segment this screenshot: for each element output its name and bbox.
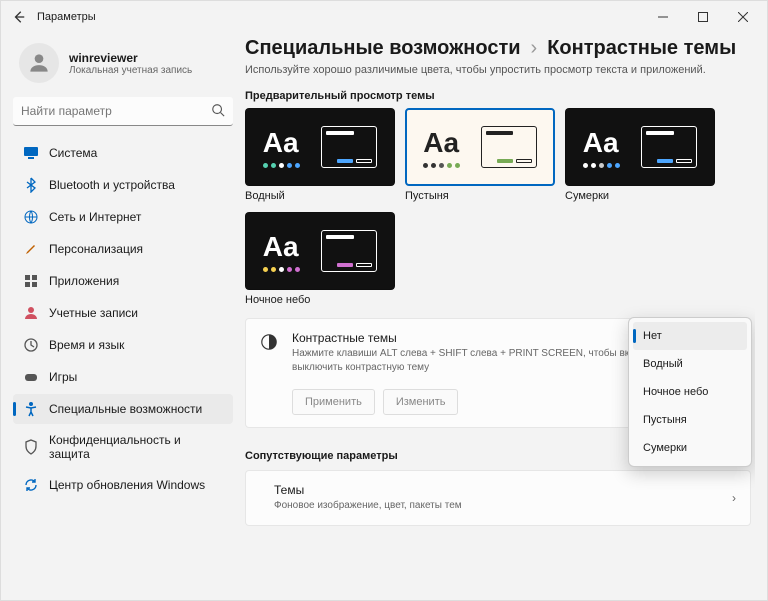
themes-link-title: Темы (274, 483, 462, 497)
sidebar-item-perso[interactable]: Персонализация (13, 234, 233, 264)
sidebar-item-label: Конфиденциальность и защита (49, 433, 223, 461)
user-block[interactable]: winreviewer Локальная учетная запись (13, 37, 233, 97)
acct-icon (23, 305, 39, 321)
sidebar-item-label: Время и язык (49, 338, 124, 352)
time-icon (23, 337, 39, 353)
sidebar-item-label: Персонализация (49, 242, 143, 256)
privacy-icon (23, 439, 39, 455)
theme-label: Водный (245, 190, 395, 202)
sidebar-item-time[interactable]: Время и язык (13, 330, 233, 360)
minimize-button[interactable] (643, 3, 683, 31)
theme-label: Ночное небо (245, 294, 395, 306)
contrast-icon (260, 333, 278, 351)
theme-preview[interactable]: AaСумерки (565, 108, 715, 202)
window-title: Параметры (37, 11, 96, 23)
theme-label: Пустыня (405, 190, 555, 202)
access-icon (23, 401, 39, 417)
user-name: winreviewer (69, 51, 192, 65)
sidebar-item-acct[interactable]: Учетные записи (13, 298, 233, 328)
net-icon (23, 209, 39, 225)
breadcrumb: Специальные возможности › Контрастные те… (245, 37, 751, 60)
sidebar-item-label: Bluetooth и устройства (49, 178, 175, 192)
chevron-right-icon: › (732, 491, 736, 505)
theme-dropdown[interactable]: НетВодныйНочное небоПустыняСумерки (628, 317, 752, 467)
sidebar-item-games[interactable]: Игры (13, 362, 233, 392)
crumb-parent[interactable]: Специальные возможности (245, 37, 521, 60)
search-icon (211, 103, 225, 120)
apps-icon (23, 273, 39, 289)
theme-label: Сумерки (565, 190, 715, 202)
sidebar-item-access[interactable]: Специальные возможности (13, 394, 233, 424)
crumb-current: Контрастные темы (547, 37, 736, 60)
dropdown-option[interactable]: Ночное небо (633, 378, 747, 406)
sidebar-item-update[interactable]: Центр обновления Windows (13, 470, 233, 500)
dropdown-option[interactable]: Водный (633, 350, 747, 378)
theme-preview[interactable]: AaВодный (245, 108, 395, 202)
update-icon (23, 477, 39, 493)
theme-preview[interactable]: AaПустыня (405, 108, 555, 202)
edit-button[interactable]: Изменить (383, 389, 459, 415)
themes-link[interactable]: Темы Фоновое изображение, цвет, пакеты т… (245, 470, 751, 526)
dropdown-option[interactable]: Нет (633, 322, 747, 350)
sidebar-item-system[interactable]: Система (13, 138, 233, 168)
contrast-card: Контрастные темы Нажмите клавиши ALT сле… (245, 318, 751, 428)
sidebar-item-apps[interactable]: Приложения (13, 266, 233, 296)
sidebar-item-label: Специальные возможности (49, 402, 202, 416)
chevron-right-icon: › (531, 37, 538, 60)
sidebar-item-label: Система (49, 146, 97, 160)
close-button[interactable] (723, 3, 763, 31)
search-input[interactable] (13, 97, 233, 126)
themes-link-sub: Фоновое изображение, цвет, пакеты тем (274, 499, 462, 513)
user-sub: Локальная учетная запись (69, 65, 192, 76)
games-icon (23, 369, 39, 385)
sidebar-item-label: Учетные записи (49, 306, 138, 320)
sidebar-item-label: Сеть и Интернет (49, 210, 141, 224)
preview-heading: Предварительный просмотр темы (245, 90, 751, 102)
sidebar-item-bt[interactable]: Bluetooth и устройства (13, 170, 233, 200)
apply-button[interactable]: Применить (292, 389, 375, 415)
perso-icon (23, 241, 39, 257)
avatar (19, 43, 59, 83)
search-box[interactable] (13, 97, 233, 126)
sidebar-item-label: Приложения (49, 274, 119, 288)
dropdown-option[interactable]: Пустыня (633, 406, 747, 434)
sidebar-item-net[interactable]: Сеть и Интернет (13, 202, 233, 232)
bt-icon (23, 177, 39, 193)
sidebar-item-privacy[interactable]: Конфиденциальность и защита (13, 426, 233, 468)
theme-preview[interactable]: AaНочное небо (245, 212, 395, 306)
sidebar-item-label: Игры (49, 370, 77, 384)
maximize-button[interactable] (683, 3, 723, 31)
system-icon (23, 145, 39, 161)
page-description: Используйте хорошо различимые цвета, что… (245, 64, 751, 76)
back-button[interactable] (5, 3, 33, 31)
sidebar-item-label: Центр обновления Windows (49, 478, 205, 492)
dropdown-option[interactable]: Сумерки (633, 434, 747, 462)
